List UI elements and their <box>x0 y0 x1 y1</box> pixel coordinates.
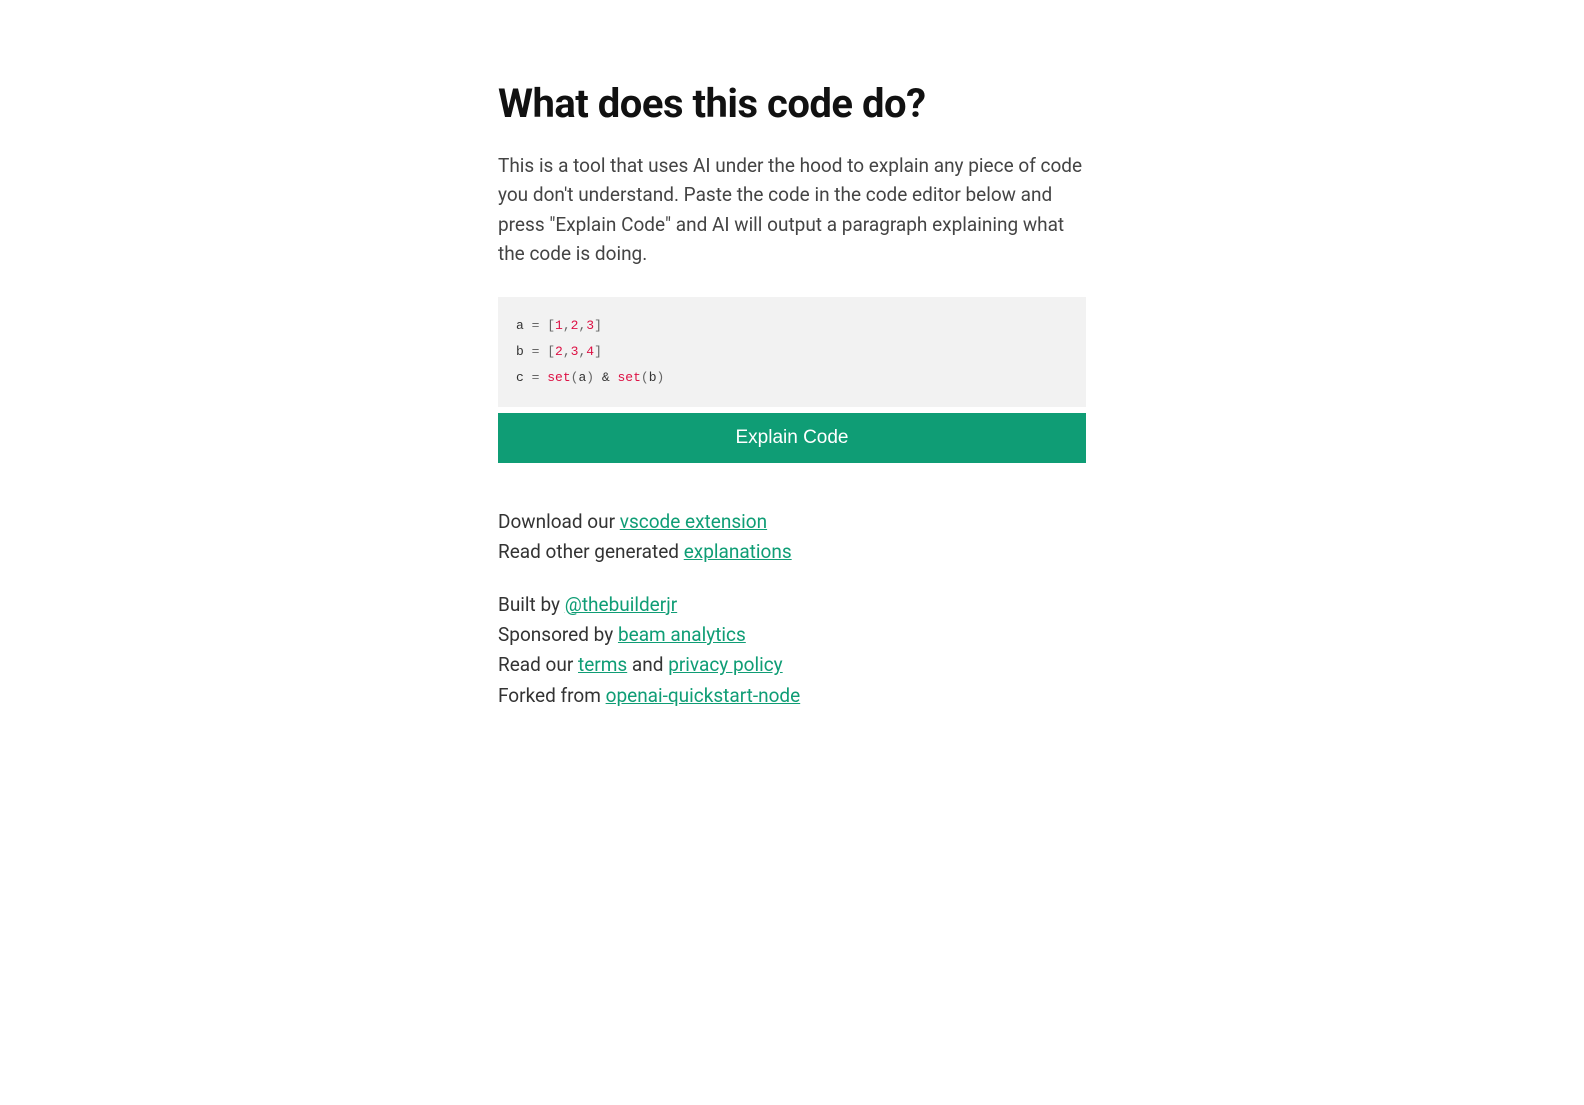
page-title: What does this code do? <box>498 80 1086 127</box>
sponsored-by-line: Sponsored by beam analytics <box>498 620 1086 650</box>
code-line-2: b = [2,3,4] <box>516 339 1068 365</box>
builder-link[interactable]: @thebuilderjr <box>565 593 677 616</box>
read-other-line: Read other generated explanations <box>498 537 1086 567</box>
sponsor-link[interactable]: beam analytics <box>618 623 746 646</box>
vscode-extension-link[interactable]: vscode extension <box>620 510 767 533</box>
forked-from-line: Forked from openai-quickstart-node <box>498 681 1086 711</box>
built-by-line: Built by @thebuilderjr <box>498 590 1086 620</box>
code-editor[interactable]: a = [1,2,3]b = [2,3,4]c = set(a) & set(b… <box>498 297 1086 407</box>
explain-code-button[interactable]: Explain Code <box>498 413 1086 463</box>
download-line: Download our vscode extension <box>498 507 1086 537</box>
forked-link[interactable]: openai-quickstart-node <box>606 684 801 707</box>
code-line-3: c = set(a) & set(b) <box>516 365 1068 391</box>
explanations-link[interactable]: explanations <box>684 540 792 563</box>
description-text: This is a tool that uses AI under the ho… <box>498 151 1086 269</box>
code-line-1: a = [1,2,3] <box>516 313 1068 339</box>
read-our-line: Read our terms and privacy policy <box>498 650 1086 680</box>
terms-link[interactable]: terms <box>578 653 627 676</box>
privacy-policy-link[interactable]: privacy policy <box>668 653 782 676</box>
